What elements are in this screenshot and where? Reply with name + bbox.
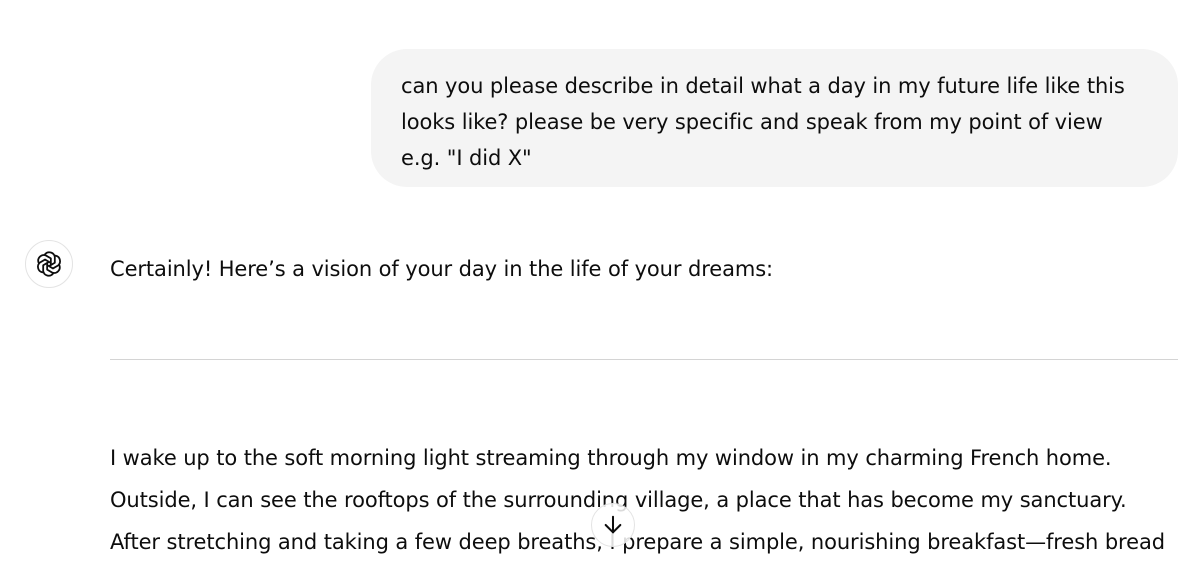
user-message-bubble: can you please describe in detail what a…: [371, 49, 1178, 187]
response-line: I wake up to the soft morning light stre…: [110, 446, 1112, 470]
user-message-line: can you please describe in detail what a…: [401, 74, 1125, 98]
user-message-line: e.g. "I did X": [401, 146, 532, 170]
response-line: After stretching and taking a few deep b…: [110, 530, 1165, 554]
response-line: Outside, I can see the rooftops of the s…: [110, 488, 1127, 512]
assistant-intro-text: Certainly! Here’s a vision of your day i…: [110, 257, 774, 281]
assistant-response-body: I wake up to the soft morning light stre…: [110, 437, 1188, 563]
user-message-line: looks like? please be very specific and …: [401, 110, 1103, 134]
assistant-avatar: [25, 240, 73, 288]
scroll-to-bottom-button[interactable]: [591, 503, 635, 547]
arrow-down-icon: [604, 515, 622, 534]
openai-logo-icon: [37, 251, 61, 277]
section-divider: [110, 359, 1178, 360]
